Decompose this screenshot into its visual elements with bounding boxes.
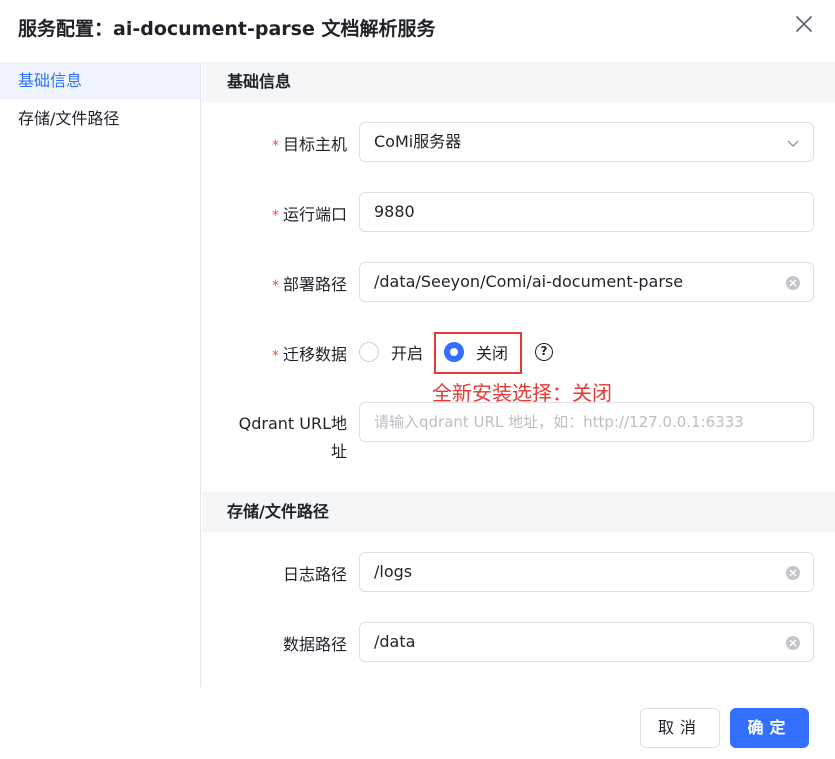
annotation-text: 全新安装选择：关闭 bbox=[432, 381, 612, 405]
port-input[interactable]: 9880 bbox=[359, 192, 814, 232]
form-row-log-path: 日志路径 /logs bbox=[202, 552, 835, 592]
required-mark: * bbox=[271, 138, 279, 154]
clear-icon[interactable] bbox=[786, 276, 800, 290]
sidebar-item-storage-path[interactable]: 存储/文件路径 bbox=[0, 100, 200, 138]
dialog-title: 服务配置：ai-document-parse 文档解析服务 bbox=[18, 18, 436, 40]
data-path-value: /data bbox=[374, 632, 416, 651]
clear-icon[interactable] bbox=[786, 636, 800, 650]
target-host-label: * 目标主机 bbox=[272, 131, 347, 155]
close-icon[interactable] bbox=[793, 13, 815, 35]
cancel-button[interactable]: 取消 bbox=[640, 708, 720, 748]
deploy-path-input[interactable]: /data/Seeyon/Comi/ai-document-parse bbox=[359, 262, 814, 302]
qdrant-label-line1: Qdrant URL地 bbox=[238, 414, 347, 433]
annotation-highlight-box bbox=[434, 332, 522, 374]
port-value: 9880 bbox=[374, 202, 415, 221]
radio-migrate-on[interactable]: 开启 bbox=[359, 332, 423, 372]
required-mark: * bbox=[271, 348, 279, 364]
form-content: 基础信息 * 目标主机 CoMi服务器 * 运行端口 9880 * 部署路径 /… bbox=[202, 62, 835, 687]
dialog-footer: 取消 确定 bbox=[0, 688, 835, 759]
data-path-input[interactable]: /data bbox=[359, 622, 814, 662]
target-host-value: CoMi服务器 bbox=[374, 132, 462, 151]
sidebar-item-basic-info[interactable]: 基础信息 bbox=[0, 62, 200, 100]
service-config-dialog: 服务配置：ai-document-parse 文档解析服务 基础信息 存储/文件… bbox=[0, 0, 835, 759]
section-title-basic: 基础信息 bbox=[202, 62, 835, 102]
migrate-label-text: 迁移数据 bbox=[282, 345, 347, 364]
dialog-header: 服务配置：ai-document-parse 文档解析服务 bbox=[0, 0, 835, 58]
clear-icon[interactable] bbox=[786, 566, 800, 580]
log-path-value: /logs bbox=[374, 562, 413, 581]
qdrant-label: Qdrant URL地 址 bbox=[239, 410, 347, 466]
deploy-path-value: /data/Seeyon/Comi/ai-document-parse bbox=[374, 272, 684, 291]
port-label-text: 运行端口 bbox=[282, 205, 347, 224]
target-host-select[interactable]: CoMi服务器 bbox=[359, 122, 814, 162]
log-path-label: 日志路径 bbox=[282, 565, 347, 584]
required-mark: * bbox=[271, 278, 279, 294]
sidebar-nav: 基础信息 存储/文件路径 bbox=[0, 62, 201, 687]
target-host-label-text: 目标主机 bbox=[282, 135, 347, 154]
qdrant-url-input[interactable]: 请输入qdrant URL 地址，如：http://127.0.0.1:6333 bbox=[359, 402, 814, 442]
confirm-button[interactable]: 确定 bbox=[730, 708, 809, 748]
section-title-storage: 存储/文件路径 bbox=[202, 492, 835, 532]
data-path-label: 数据路径 bbox=[282, 635, 347, 654]
form-row-qdrant: Qdrant URL地 址 请输入qdrant URL 地址，如：http://… bbox=[202, 402, 835, 462]
form-row-data-path: 数据路径 /data bbox=[202, 622, 835, 662]
chevron-down-icon bbox=[785, 135, 801, 151]
deploy-path-label-text: 部署路径 bbox=[282, 275, 347, 294]
form-row-target-host: * 目标主机 CoMi服务器 bbox=[202, 122, 835, 162]
radio-circle-unchecked bbox=[359, 342, 379, 362]
form-row-port: * 运行端口 9880 bbox=[202, 192, 835, 232]
radio-on-label: 开启 bbox=[391, 344, 424, 363]
qdrant-label-line2: 址 bbox=[330, 442, 347, 461]
required-mark: * bbox=[271, 208, 279, 224]
log-path-input[interactable]: /logs bbox=[359, 552, 814, 592]
migrate-label: * 迁移数据 bbox=[272, 341, 347, 365]
deploy-path-label: * 部署路径 bbox=[272, 271, 347, 295]
port-label: * 运行端口 bbox=[272, 201, 347, 225]
help-icon[interactable]: ? bbox=[535, 343, 553, 361]
form-row-deploy-path: * 部署路径 /data/Seeyon/Comi/ai-document-pars… bbox=[202, 262, 835, 302]
qdrant-url-placeholder: 请输入qdrant URL 地址，如：http://127.0.0.1:6333 bbox=[374, 413, 744, 431]
